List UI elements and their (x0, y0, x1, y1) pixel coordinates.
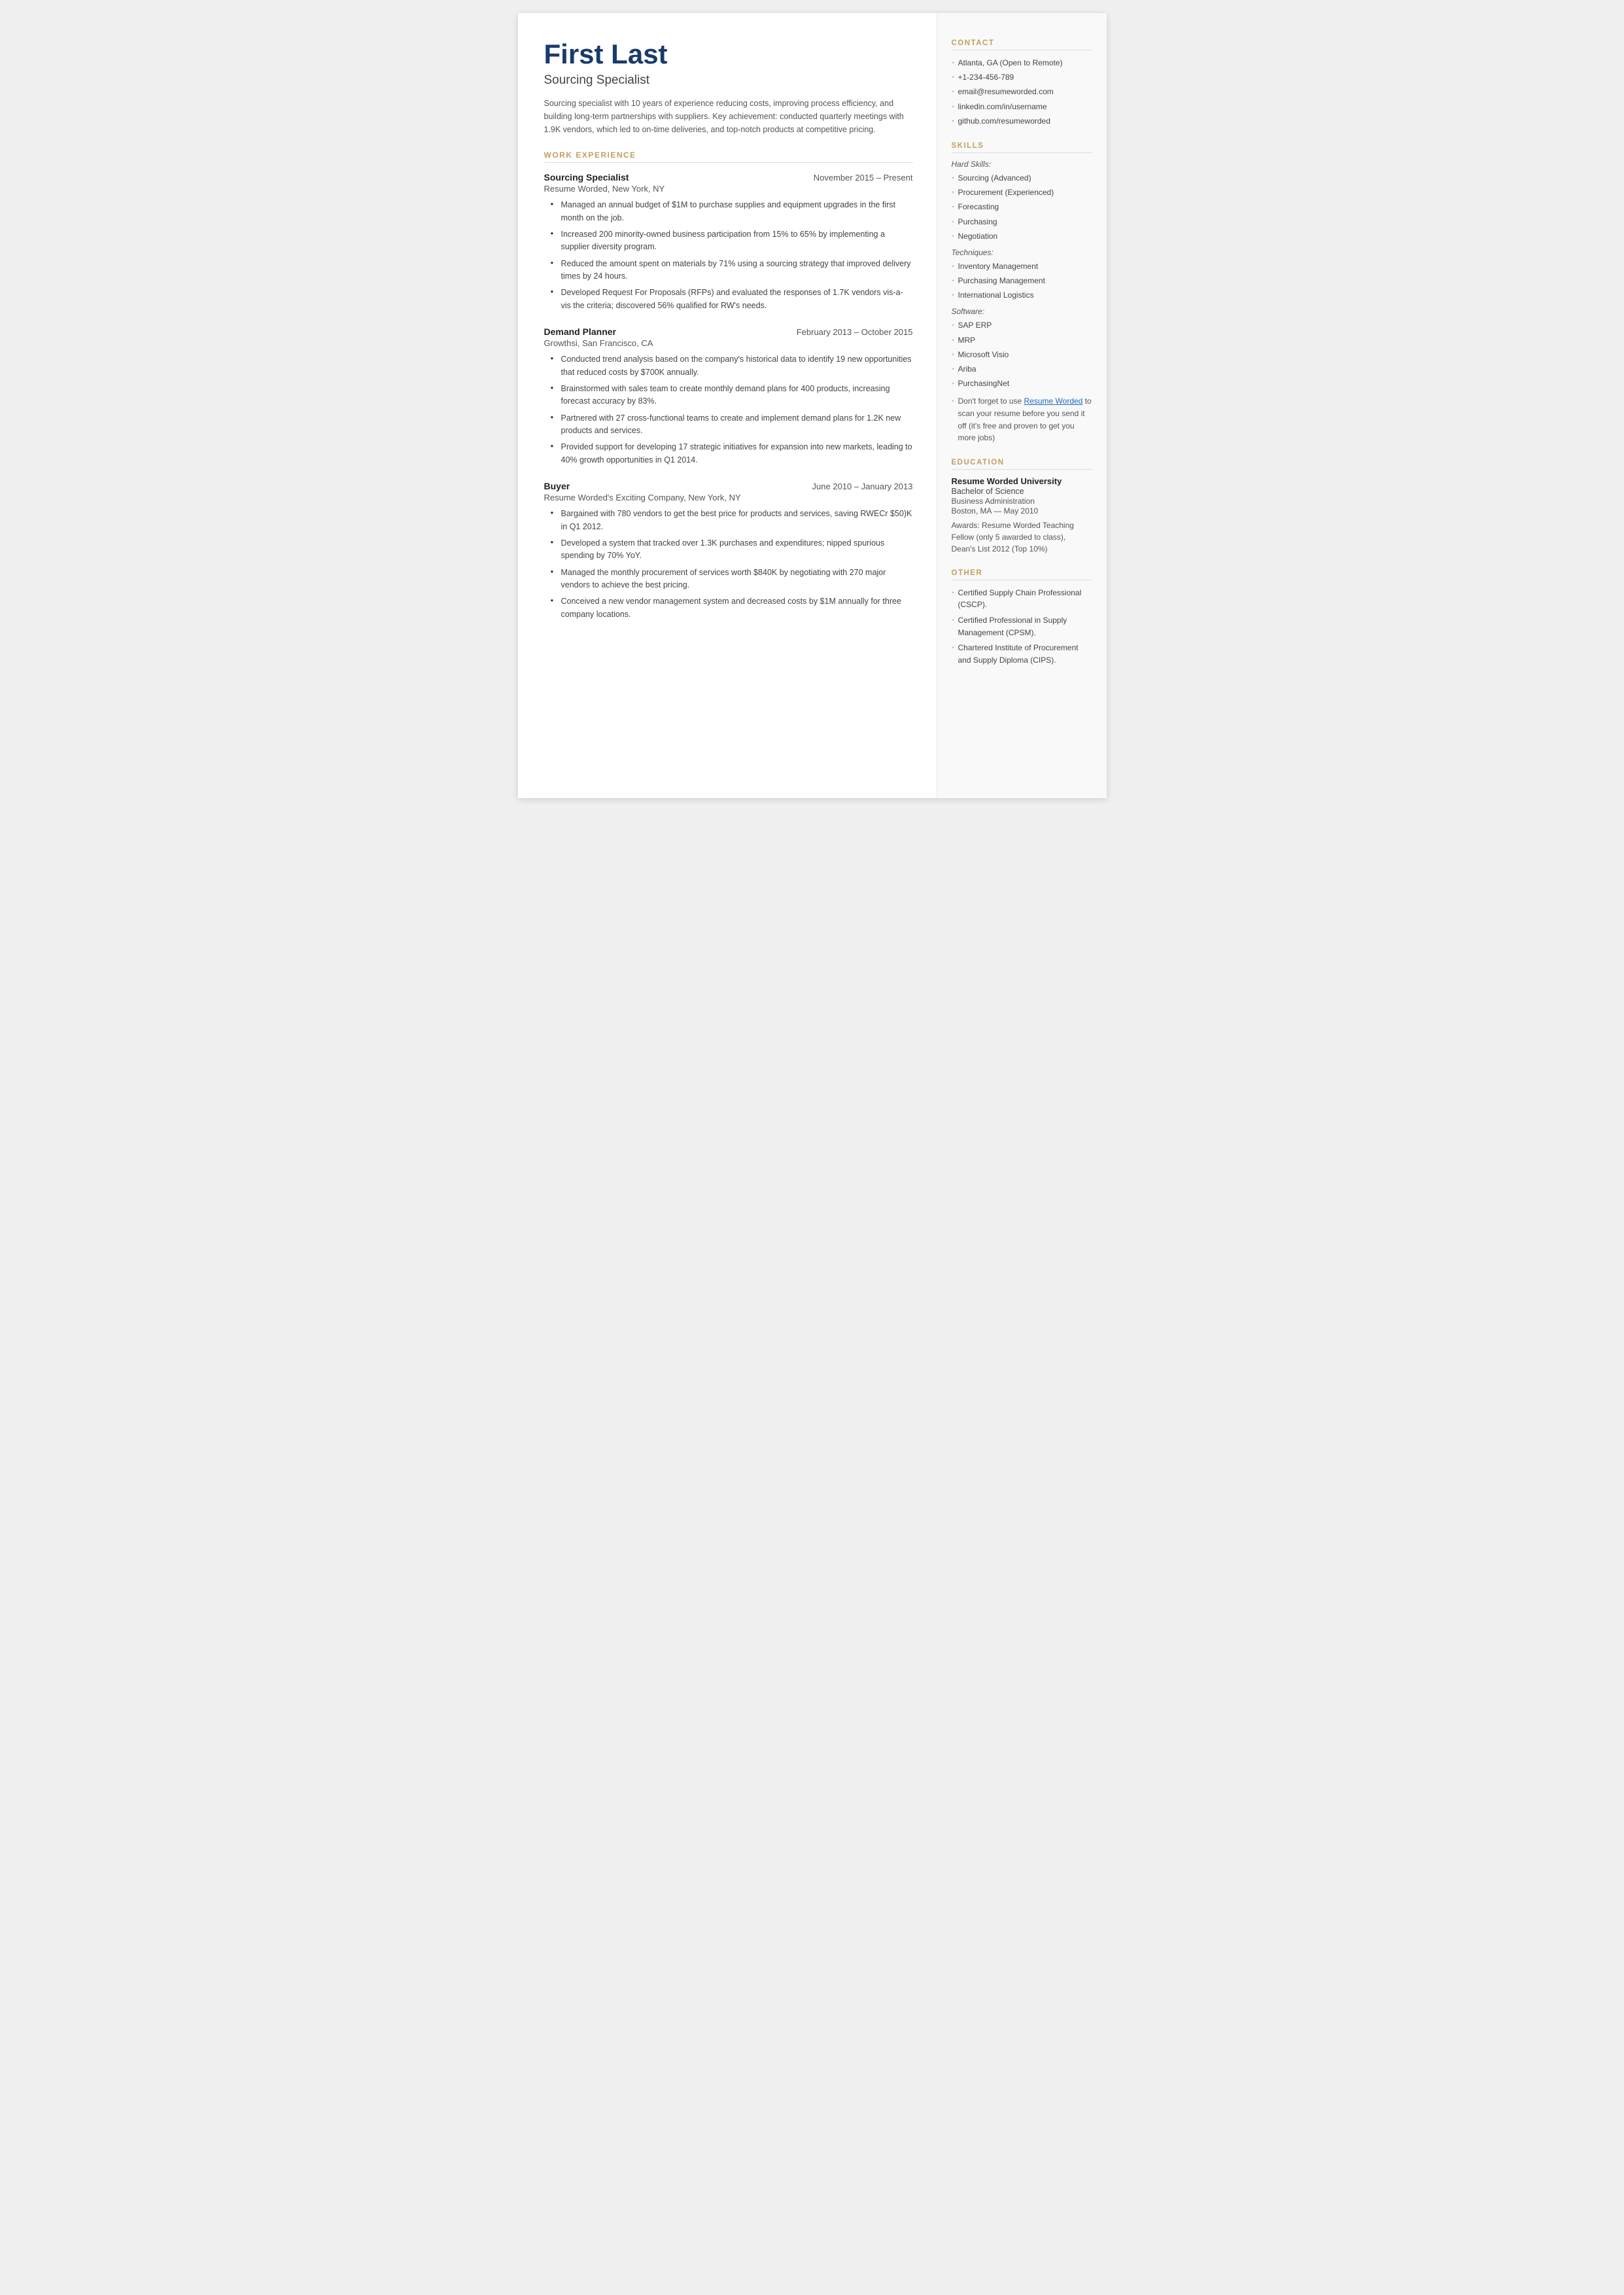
promo-pre: Don't forget to use (958, 396, 1024, 406)
promo-link[interactable]: Resume Worded (1024, 396, 1083, 406)
skill-sap: SAP ERP (952, 319, 1092, 332)
bullet-3-3: Managed the monthly procurement of servi… (551, 567, 913, 592)
education-header: EDUCATION (952, 459, 1092, 470)
job-company-1: Resume Worded, New York, NY (544, 184, 913, 194)
bullet-3-1: Bargained with 780 vendors to get the be… (551, 508, 913, 533)
edu-field: Business Administration (952, 497, 1092, 506)
job-block-2: Demand Planner February 2013 – October 2… (544, 326, 913, 466)
bullet-2-3: Partnered with 27 cross-functional teams… (551, 412, 913, 438)
job-bullets-1: Managed an annual budget of $1M to purch… (544, 199, 913, 312)
other-cips: Chartered Institute of Procurement and S… (952, 642, 1092, 666)
skill-purchasingnet: PurchasingNet (952, 377, 1092, 390)
skill-ariba: Ariba (952, 363, 1092, 376)
edu-awards: Awards: Resume Worded Teaching Fellow (o… (952, 519, 1092, 555)
skill-mrp: MRP (952, 334, 1092, 347)
promo-text: Don't forget to use Resume Worded to sca… (952, 395, 1092, 444)
bullet-1-4: Developed Request For Proposals (RFPs) a… (551, 287, 913, 312)
skill-purchasing: Purchasing (952, 216, 1092, 228)
other-section: OTHER Certified Supply Chain Professiona… (952, 569, 1092, 667)
job-header-1: Sourcing Specialist November 2015 – Pres… (544, 172, 913, 183)
job-header-3: Buyer June 2010 – January 2013 (544, 481, 913, 491)
job-dates-1: November 2015 – Present (814, 173, 913, 183)
contact-linkedin: linkedin.com/in/username (952, 101, 1092, 113)
job-title-1: Sourcing Specialist (544, 172, 629, 183)
other-cpsm: Certified Professional in Supply Managem… (952, 614, 1092, 639)
work-experience-header: WORK EXPERIENCE (544, 150, 913, 163)
job-block-1: Sourcing Specialist November 2015 – Pres… (544, 172, 913, 312)
bullet-1-2: Increased 200 minority-owned business pa… (551, 228, 913, 254)
contact-email: email@resumeworded.com (952, 86, 1092, 98)
resume-container: First Last Sourcing Specialist Sourcing … (518, 13, 1107, 798)
skill-inventory: Inventory Management (952, 260, 1092, 273)
bullet-3-4: Conceived a new vendor management system… (551, 595, 913, 621)
candidate-title: Sourcing Specialist (544, 73, 913, 88)
job-bullets-3: Bargained with 780 vendors to get the be… (544, 508, 913, 621)
hard-skills-label: Hard Skills: (952, 160, 1092, 169)
candidate-summary: Sourcing specialist with 10 years of exp… (544, 97, 913, 136)
edu-school: Resume Worded University (952, 476, 1092, 486)
job-title-2: Demand Planner (544, 326, 616, 337)
contact-phone: +1-234-456-789 (952, 71, 1092, 84)
job-header-2: Demand Planner February 2013 – October 2… (544, 326, 913, 337)
edu-degree: Bachelor of Science (952, 487, 1092, 496)
skill-forecasting: Forecasting (952, 201, 1092, 213)
other-cscp: Certified Supply Chain Professional (CSC… (952, 587, 1092, 611)
software-label: Software: (952, 307, 1092, 316)
bullet-1-3: Reduced the amount spent on materials by… (551, 258, 913, 283)
contact-location: Atlanta, GA (Open to Remote) (952, 57, 1092, 69)
education-section: EDUCATION Resume Worded University Bache… (952, 459, 1092, 555)
job-dates-3: June 2010 – January 2013 (812, 482, 913, 491)
bullet-1-1: Managed an annual budget of $1M to purch… (551, 199, 913, 224)
skill-visio: Microsoft Visio (952, 349, 1092, 361)
bullet-3-2: Developed a system that tracked over 1.3… (551, 537, 913, 563)
skill-intl-logistics: International Logistics (952, 289, 1092, 302)
skill-purchasing-mgmt: Purchasing Management (952, 275, 1092, 287)
bullet-2-4: Provided support for developing 17 strat… (551, 441, 913, 466)
job-block-3: Buyer June 2010 – January 2013 Resume Wo… (544, 481, 913, 621)
contact-github: github.com/resumeworded (952, 115, 1092, 128)
edu-location: Boston, MA — May 2010 (952, 506, 1092, 516)
job-company-3: Resume Worded's Exciting Company, New Yo… (544, 493, 913, 502)
job-dates-2: February 2013 – October 2015 (797, 327, 913, 337)
techniques-label: Techniques: (952, 248, 1092, 257)
bullet-2-1: Conducted trend analysis based on the co… (551, 353, 913, 379)
skills-section: SKILLS Hard Skills: Sourcing (Advanced) … (952, 142, 1092, 444)
job-company-2: Growthsi, San Francisco, CA (544, 338, 913, 348)
contact-section: CONTACT Atlanta, GA (Open to Remote) +1-… (952, 39, 1092, 128)
skill-sourcing: Sourcing (Advanced) (952, 172, 1092, 184)
right-column: CONTACT Atlanta, GA (Open to Remote) +1-… (937, 13, 1107, 798)
skill-procurement: Procurement (Experienced) (952, 186, 1092, 199)
contact-header: CONTACT (952, 39, 1092, 50)
job-bullets-2: Conducted trend analysis based on the co… (544, 353, 913, 466)
skill-negotiation: Negotiation (952, 230, 1092, 243)
job-title-3: Buyer (544, 481, 570, 491)
bullet-2-2: Brainstormed with sales team to create m… (551, 383, 913, 408)
other-header: OTHER (952, 569, 1092, 580)
left-column: First Last Sourcing Specialist Sourcing … (518, 13, 937, 798)
skills-header: SKILLS (952, 142, 1092, 153)
candidate-name: First Last (544, 39, 913, 69)
